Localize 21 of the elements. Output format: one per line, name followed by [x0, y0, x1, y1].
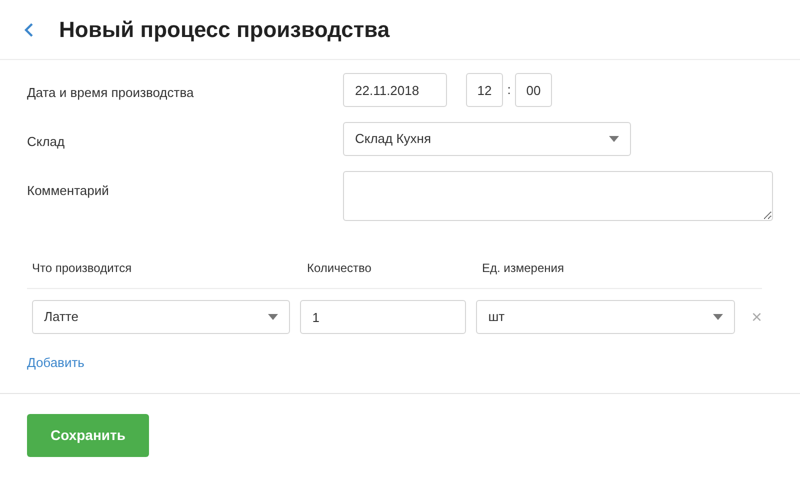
date-field[interactable]: 22.11.2018 — [343, 73, 447, 107]
field-label: Дата и время производства — [27, 84, 195, 102]
caret-icon — [609, 136, 619, 142]
dropdown-select[interactable]: шт — [476, 300, 736, 334]
dropdown-select[interactable]: Латте — [32, 300, 290, 334]
add-link[interactable]: Добавить — [27, 353, 84, 372]
time-separator: : — [506, 81, 512, 100]
dropdown-select[interactable]: Склад Кухня — [343, 122, 631, 156]
back-icon[interactable] — [24, 22, 34, 38]
caret-icon — [268, 314, 278, 320]
page-title: Новый процесс производства — [59, 16, 390, 44]
minute-field[interactable]: 00 — [515, 73, 552, 107]
column-header: Что производится — [32, 260, 133, 277]
column-header: Ед. измерения — [482, 260, 564, 277]
comment-field[interactable] — [343, 171, 773, 221]
caret-icon — [713, 314, 724, 320]
field-label: Комментарий — [27, 182, 110, 200]
hour-field[interactable]: 12 — [466, 73, 503, 107]
column-header: Количество — [307, 260, 372, 277]
field-label: Склад — [27, 133, 66, 151]
quantity-field[interactable]: 1 — [300, 300, 466, 334]
